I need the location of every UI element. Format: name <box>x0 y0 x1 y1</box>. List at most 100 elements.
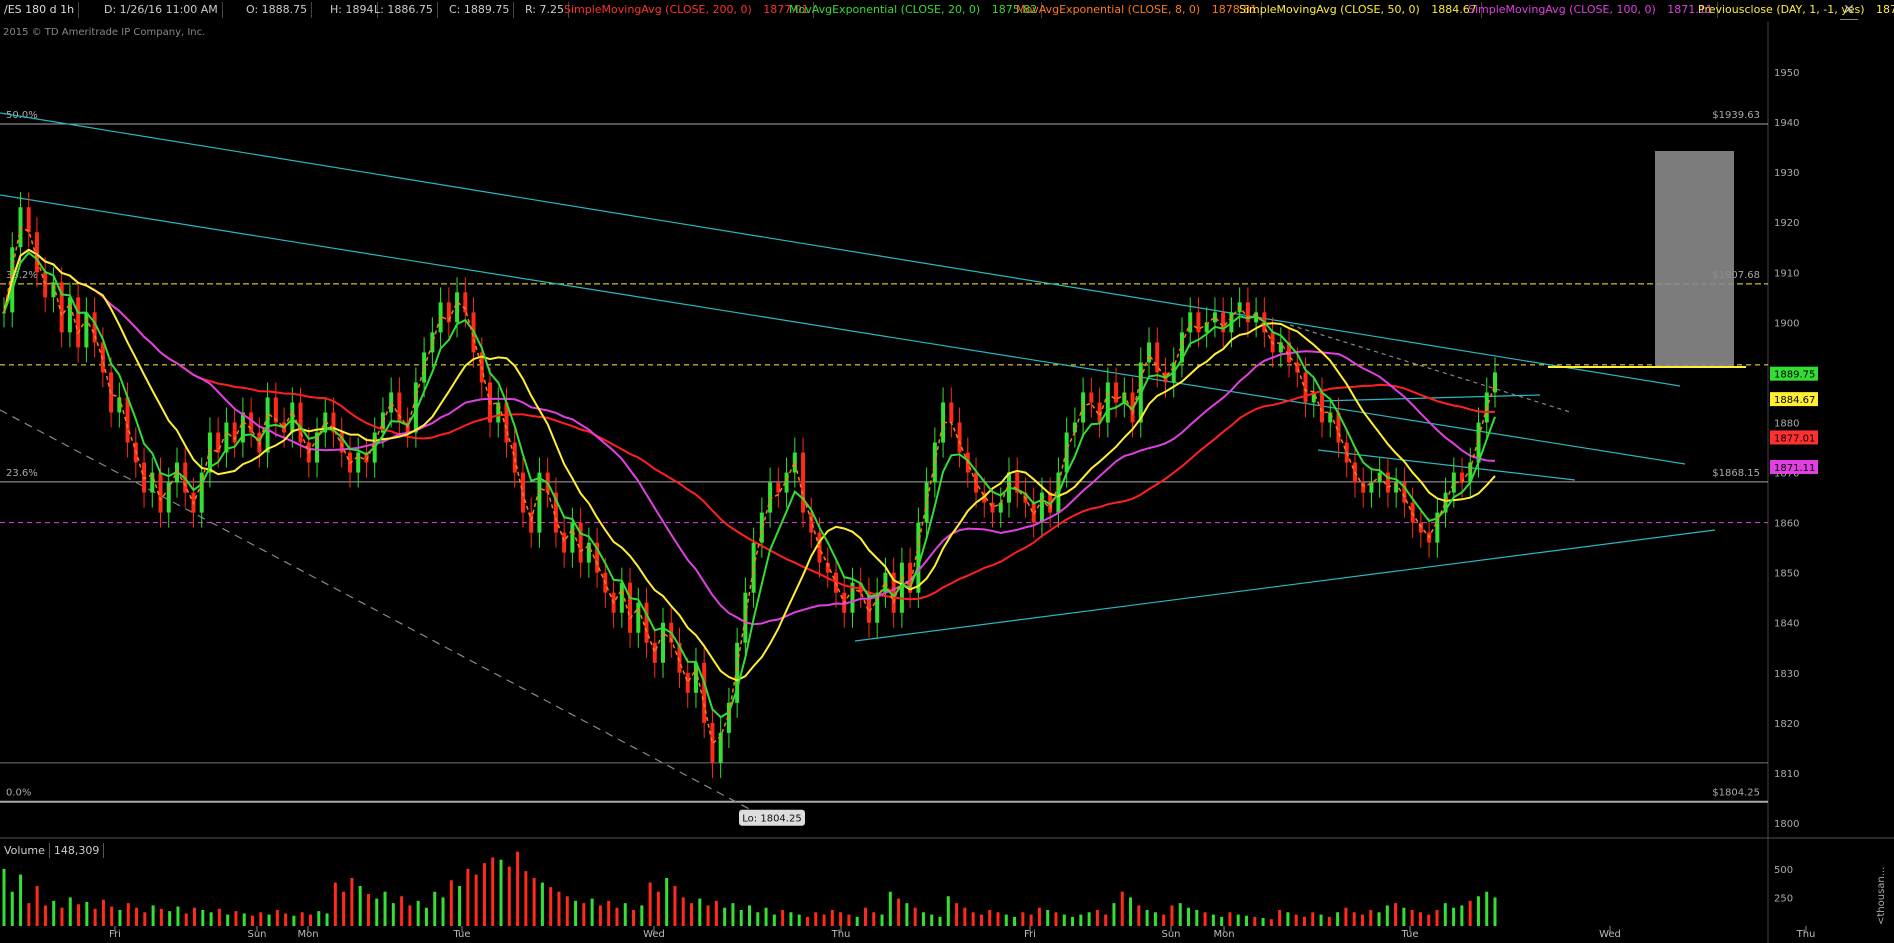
price-chart[interactable]: 1800181018201830184018501860187018801890… <box>0 0 1894 943</box>
y-tick-0: 1800 <box>1774 819 1799 830</box>
volume-bar-4 <box>35 886 39 926</box>
volume-bar-61 <box>507 866 511 926</box>
trendline-5 <box>0 409 756 813</box>
volume-bar-125 <box>1037 907 1041 926</box>
candle-body-158 <box>1303 372 1308 403</box>
x-tick-3: Tue <box>452 929 470 940</box>
volume-bar-156 <box>1294 914 1298 926</box>
volume-bar-96 <box>797 914 801 926</box>
volume-bar-52 <box>433 891 437 926</box>
volume-bar-127 <box>1054 912 1058 926</box>
volume-bar-139 <box>1153 912 1157 926</box>
candle-body-126 <box>1039 492 1044 523</box>
volume-bar-169 <box>1402 907 1406 926</box>
price-tag-3: 1871.11 <box>1774 463 1815 474</box>
candle-body-35 <box>290 402 295 433</box>
volume-bar-107 <box>888 891 892 926</box>
volume-bar-178 <box>1476 896 1480 926</box>
volume-bar-117 <box>971 912 975 926</box>
volume-tick-1: 250 <box>1774 893 1793 904</box>
candle-body-76 <box>628 582 633 633</box>
volume-bar-86 <box>714 900 718 926</box>
candle-body-96 <box>792 452 797 473</box>
x-tick-1: Sun <box>247 929 266 940</box>
volume-bar-146 <box>1211 914 1215 926</box>
volume-bar-165 <box>1369 910 1373 926</box>
volume-bar-11 <box>93 908 97 926</box>
volume-bar-38 <box>317 911 321 926</box>
volume-tick-0: 500 <box>1774 865 1793 876</box>
volume-bar-154 <box>1278 910 1282 926</box>
x-tick-0: Fri <box>109 929 121 940</box>
y-tick-15: 1950 <box>1774 68 1799 79</box>
volume-bar-114 <box>946 896 950 926</box>
volume-bar-95 <box>789 912 793 926</box>
volume-bar-5 <box>43 905 47 926</box>
candle-body-65 <box>537 472 542 533</box>
volume-unit: <thousan... <box>1876 867 1887 925</box>
volume-label: Volume <box>0 843 50 858</box>
candle-body-132 <box>1089 392 1094 403</box>
volume-bar-147 <box>1220 916 1224 926</box>
volume-bar-97 <box>805 916 809 926</box>
volume-bar-46 <box>383 891 387 926</box>
volume-bar-123 <box>1021 912 1025 926</box>
volume-bar-82 <box>681 897 685 926</box>
volume-bar-25 <box>209 912 213 926</box>
volume-bar-71 <box>590 898 594 926</box>
volume-bar-149 <box>1236 914 1240 926</box>
volume-bar-74 <box>615 907 619 926</box>
volume-bar-176 <box>1460 905 1464 926</box>
volume-bar-140 <box>1162 914 1166 926</box>
candle-body-10 <box>84 312 89 348</box>
volume-bar-44 <box>366 894 370 926</box>
volume-bar-129 <box>1071 916 1075 926</box>
candle-body-79 <box>652 642 657 663</box>
volume-bar-75 <box>623 903 627 926</box>
volume-bar-159 <box>1319 914 1323 926</box>
volume-bar-34 <box>284 913 288 926</box>
candle-body-47 <box>389 392 394 413</box>
volume-bar-151 <box>1253 916 1257 926</box>
volume-bar-54 <box>449 880 453 926</box>
candle-body-70 <box>578 522 583 563</box>
volume-bar-143 <box>1187 907 1191 926</box>
volume-bar-51 <box>424 907 428 926</box>
volume-bar-69 <box>574 900 578 926</box>
volume-bar-175 <box>1452 907 1456 926</box>
volume-bar-155 <box>1286 912 1290 926</box>
y-tick-8: 1880 <box>1774 418 1799 429</box>
candle-body-43 <box>356 452 361 473</box>
candle-body-90 <box>743 592 748 643</box>
volume-bar-72 <box>598 905 602 926</box>
x-tick-5: Thu <box>831 929 851 940</box>
volume-bar-164 <box>1360 914 1364 926</box>
volume-bar-128 <box>1062 914 1066 926</box>
volume-bar-81 <box>673 886 677 926</box>
volume-bar-43 <box>358 886 362 926</box>
volume-bar-177 <box>1468 900 1472 926</box>
volume-bar-57 <box>474 874 478 926</box>
volume-bar-84 <box>698 898 702 926</box>
volume-bar-3 <box>27 903 31 926</box>
volume-bar-31 <box>259 912 263 926</box>
candle-body-115 <box>949 402 954 423</box>
volume-value: 148,309 <box>50 843 105 858</box>
candle-body-5 <box>43 272 48 298</box>
volume-bar-88 <box>731 903 735 926</box>
fib-price-3: $1804.25 <box>1712 788 1760 799</box>
volume-bar-29 <box>242 913 246 926</box>
volume-bar-70 <box>582 903 586 926</box>
volume-bar-142 <box>1178 903 1182 926</box>
y-tick-5: 1850 <box>1774 569 1799 580</box>
candle-body-8 <box>67 297 72 333</box>
volume-bar-16 <box>135 907 139 926</box>
volume-bar-166 <box>1377 912 1381 926</box>
volume-bar-98 <box>814 912 818 926</box>
volume-bar-135 <box>1120 891 1124 926</box>
volume-bar-132 <box>1095 910 1099 926</box>
y-tick-2: 1820 <box>1774 719 1799 730</box>
volume-bar-136 <box>1129 897 1133 926</box>
volume-bar-65 <box>540 882 544 926</box>
price-tag-0: 1889.75 <box>1774 370 1815 381</box>
